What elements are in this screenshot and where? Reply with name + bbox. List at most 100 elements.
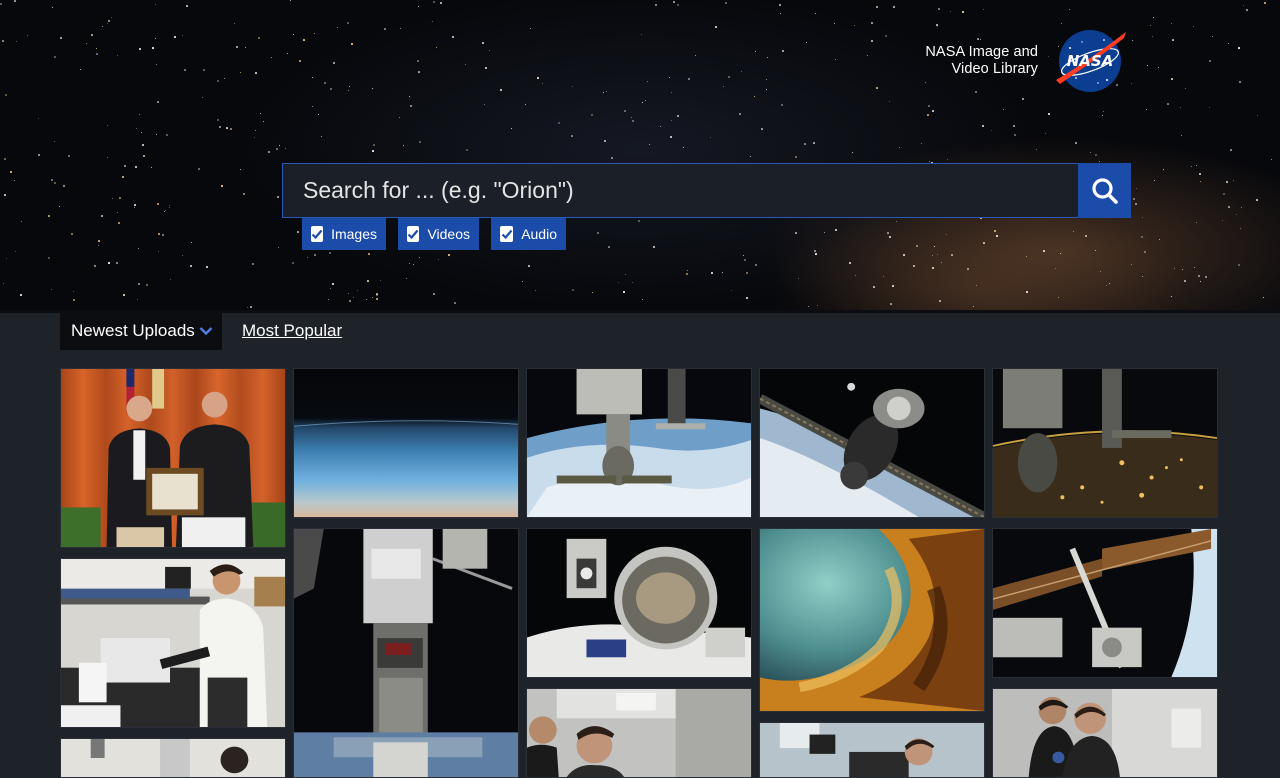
star — [631, 117, 632, 118]
star — [3, 283, 4, 284]
star — [4, 194, 6, 196]
star — [921, 143, 922, 144]
star — [1142, 276, 1143, 277]
star — [798, 278, 799, 279]
star — [695, 55, 696, 56]
star — [1158, 67, 1159, 68]
filter-videos[interactable]: Videos — [398, 218, 479, 250]
star — [357, 290, 358, 291]
star — [1022, 98, 1024, 100]
star — [849, 262, 851, 264]
star — [892, 285, 894, 287]
star — [755, 51, 756, 52]
star — [1223, 193, 1226, 196]
star — [117, 55, 118, 56]
star — [597, 232, 600, 235]
star — [941, 262, 942, 263]
gallery-tile-lab-worker[interactable] — [60, 738, 286, 778]
filter-audio[interactable]: Audio — [491, 218, 566, 250]
star — [932, 255, 933, 256]
brand[interactable]: NASA Image and Video Library NASA — [900, 28, 1140, 98]
star — [1228, 43, 1229, 44]
star — [454, 302, 456, 304]
gallery-tile-iss-soyuz[interactable] — [526, 368, 752, 518]
star — [1159, 239, 1160, 240]
star — [465, 64, 466, 65]
star — [418, 71, 420, 73]
gallery-tile-lab-equipment[interactable] — [759, 722, 985, 778]
gallery-tile-astronaut-selfie[interactable] — [526, 528, 752, 678]
star — [116, 262, 118, 264]
star — [372, 297, 373, 298]
gallery-tile-earth-limb[interactable] — [293, 368, 519, 518]
star — [876, 87, 878, 89]
star — [51, 289, 52, 290]
gallery-tile-lab-workers[interactable] — [526, 688, 752, 778]
star — [1236, 214, 1237, 215]
star — [782, 50, 784, 52]
star — [15, 251, 16, 252]
star — [927, 114, 929, 116]
star — [165, 210, 166, 211]
star — [1144, 251, 1146, 253]
star — [134, 204, 136, 206]
star — [1230, 149, 1232, 151]
star — [1193, 26, 1194, 27]
filter-videos-label: Videos — [427, 226, 470, 242]
gallery-tile-iss-module[interactable] — [293, 528, 519, 778]
gallery-tile-spacecraft-docking[interactable] — [759, 368, 985, 518]
star — [739, 113, 741, 115]
star — [824, 232, 825, 233]
tab-most-popular[interactable]: Most Popular — [242, 321, 342, 341]
gallery-tile-iss-night[interactable] — [992, 368, 1218, 518]
star — [203, 69, 205, 71]
star — [1196, 165, 1197, 166]
gallery-tile-iss-solar-array[interactable] — [992, 528, 1218, 678]
nasa-meatball-logo[interactable]: NASA — [1052, 28, 1128, 94]
star — [16, 41, 17, 42]
star — [48, 215, 50, 217]
star — [158, 233, 160, 235]
star — [152, 47, 154, 49]
star — [333, 62, 335, 64]
star — [871, 40, 873, 42]
star — [1212, 36, 1213, 37]
star — [169, 207, 170, 208]
gallery-tile-award-ceremony[interactable] — [60, 368, 286, 548]
star — [1171, 78, 1173, 80]
star — [1058, 297, 1059, 298]
star — [522, 281, 523, 282]
star — [124, 165, 127, 168]
star — [814, 250, 816, 252]
star — [1271, 159, 1272, 160]
gallery-tile-laboratory-scientist[interactable] — [60, 558, 286, 728]
star — [1238, 47, 1240, 49]
checkbox-videos[interactable] — [407, 226, 420, 242]
star — [217, 80, 219, 82]
star — [642, 299, 643, 300]
star — [625, 274, 626, 275]
star — [263, 121, 264, 122]
star — [1090, 152, 1091, 153]
checkbox-audio[interactable] — [500, 226, 514, 242]
star — [184, 69, 186, 71]
star — [835, 59, 836, 60]
gallery-tile-lab-engineers[interactable] — [992, 688, 1218, 778]
search-button[interactable] — [1078, 163, 1131, 218]
star — [813, 142, 815, 144]
filter-images[interactable]: Images — [302, 218, 386, 250]
star — [983, 242, 985, 244]
star — [983, 9, 984, 10]
search-input[interactable] — [283, 164, 1078, 217]
star — [711, 272, 713, 274]
star — [795, 232, 797, 234]
star — [138, 283, 140, 285]
star — [871, 22, 873, 24]
star — [903, 254, 905, 256]
gallery-tile-nebula[interactable] — [759, 528, 985, 712]
iss-module-photo — [294, 529, 518, 777]
star — [741, 71, 742, 72]
sort-dropdown[interactable]: Newest Uploads — [60, 312, 222, 350]
checkbox-images[interactable] — [311, 226, 324, 242]
star — [671, 120, 672, 121]
